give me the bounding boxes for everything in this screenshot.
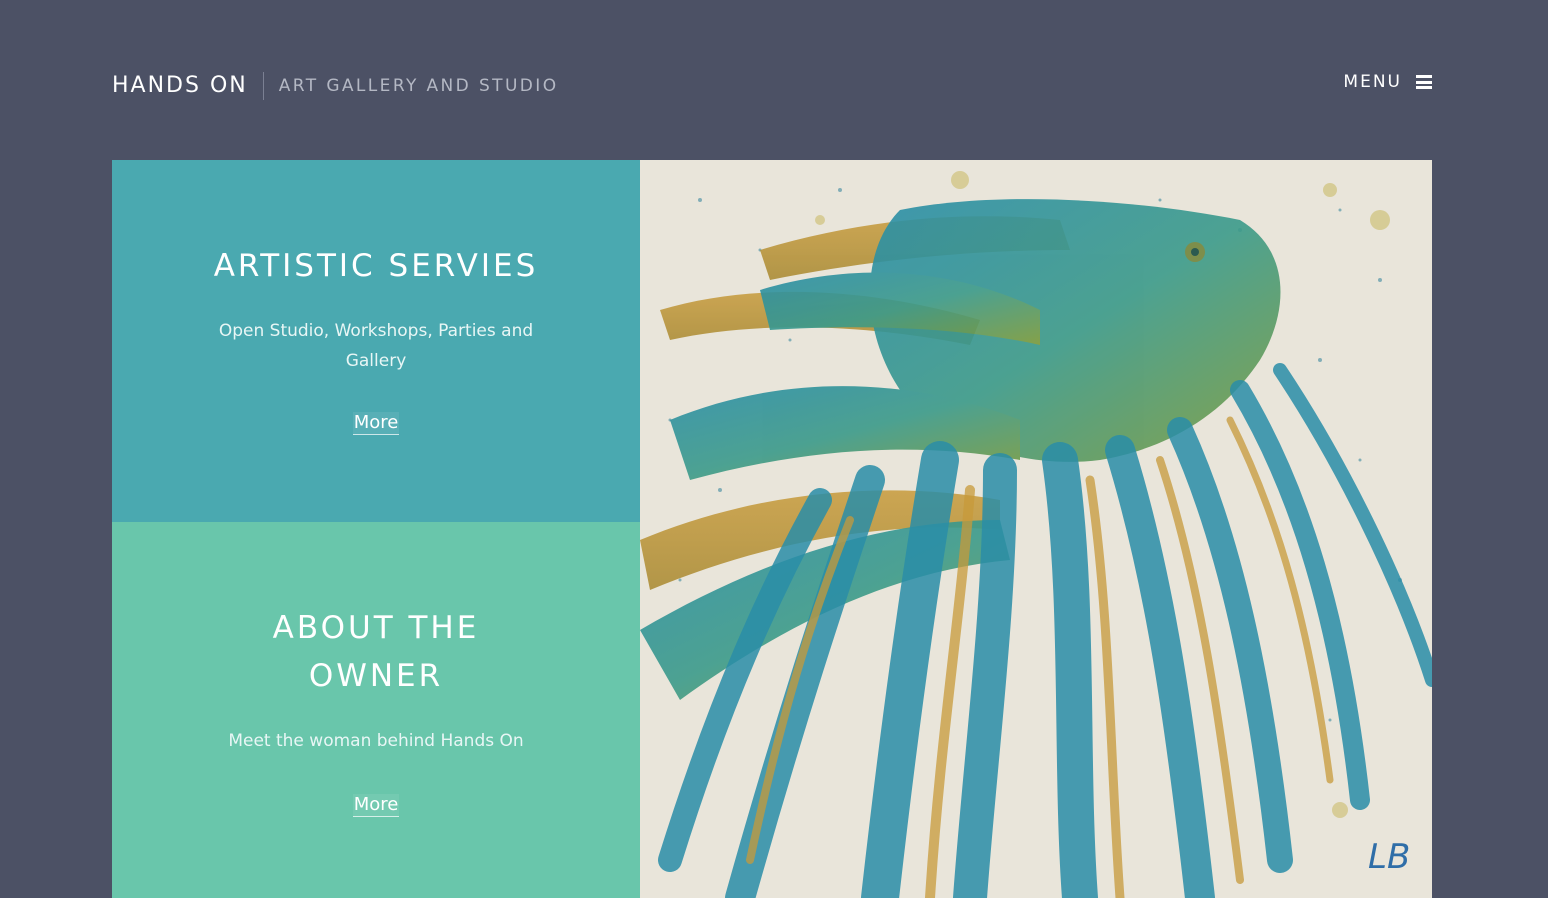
site-tagline: ART GALLERY AND STUDIO xyxy=(278,76,559,96)
panel-description: Meet the woman behind Hands On xyxy=(228,731,524,751)
artistic-services-panel: ARTISTIC SERVIES Open Studio, Workshops,… xyxy=(112,160,640,522)
brand: HANDS ON ART GALLERY AND STUDIO xyxy=(112,72,558,100)
hamburger-icon xyxy=(1416,75,1432,89)
menu-toggle-button[interactable]: MENU xyxy=(1343,70,1432,94)
fish-painting-image: LB xyxy=(640,160,1432,898)
menu-label: MENU xyxy=(1343,72,1402,92)
about-owner-panel: ABOUT THE OWNER Meet the woman behind Ha… xyxy=(112,522,640,898)
brand-divider xyxy=(262,72,264,100)
site-header: HANDS ON ART GALLERY AND STUDIO MENU xyxy=(112,62,1432,112)
artist-signature: LB xyxy=(1368,837,1410,877)
site-title-link[interactable]: HANDS ON xyxy=(112,72,248,100)
panel-title: ARTISTIC SERVIES xyxy=(213,248,539,284)
panel-title: ABOUT THE OWNER xyxy=(272,610,480,694)
panel-description: Open Studio, Workshops, Parties and Gall… xyxy=(218,321,534,371)
about-owner-more-link[interactable]: More xyxy=(352,794,400,817)
artistic-services-more-link[interactable]: More xyxy=(352,412,400,435)
